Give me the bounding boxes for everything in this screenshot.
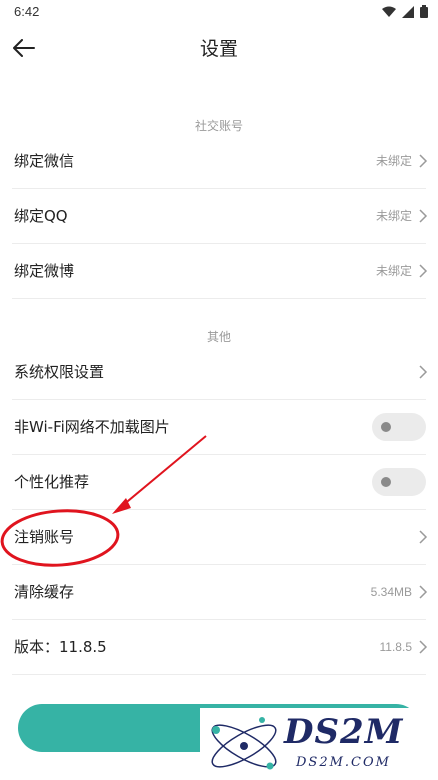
battery-icon bbox=[420, 5, 428, 18]
chevron-right-icon bbox=[419, 584, 428, 599]
row-bind-qq[interactable]: 绑定QQ 未绑定 bbox=[0, 188, 438, 243]
row-label: 注销账号 bbox=[14, 528, 75, 546]
row-personalized-recommend: 个性化推荐 bbox=[0, 454, 438, 509]
row-value: 未绑定 bbox=[375, 154, 412, 168]
chevron-right-icon bbox=[419, 153, 428, 168]
watermark-subtitle: DS2M.COM bbox=[296, 755, 391, 770]
chevron-right-icon bbox=[419, 364, 428, 379]
row-value: 11.8.5 bbox=[379, 639, 412, 654]
app-header: 设置 bbox=[0, 26, 438, 70]
row-label: 清除缓存 bbox=[14, 583, 75, 601]
row-label: 版本：11.8.5 bbox=[14, 638, 107, 656]
divider bbox=[12, 674, 426, 675]
watermark-title: DS2M bbox=[284, 712, 404, 752]
atom-logo-icon bbox=[211, 717, 277, 770]
row-label: 系统权限设置 bbox=[14, 363, 105, 381]
wifi-icon bbox=[382, 6, 396, 17]
toggle-no-images[interactable] bbox=[372, 412, 426, 441]
status-time: 6:42 bbox=[14, 4, 40, 19]
row-label: 非Wi-Fi网络不加载图片 bbox=[14, 418, 170, 436]
row-system-permissions[interactable]: 系统权限设置 bbox=[0, 344, 438, 399]
section-label-social: 社交账号 bbox=[194, 119, 243, 133]
chevron-right-icon bbox=[419, 208, 428, 223]
chevron-right-icon bbox=[419, 263, 428, 278]
section-label-other: 其他 bbox=[206, 330, 231, 344]
toggle-personalized[interactable] bbox=[372, 467, 426, 496]
page-title: 设置 bbox=[199, 38, 238, 60]
signal-icon bbox=[402, 5, 414, 18]
row-value: 5.34MB bbox=[370, 584, 412, 599]
row-cancel-account[interactable]: 注销账号 bbox=[0, 509, 438, 564]
row-no-images-off-wifi: 非Wi-Fi网络不加载图片 bbox=[0, 399, 438, 454]
row-clear-cache[interactable]: 清除缓存 5.34MB bbox=[0, 564, 438, 619]
row-label: 绑定微信 bbox=[14, 152, 75, 170]
row-value: 未绑定 bbox=[375, 209, 412, 223]
row-bind-weibo[interactable]: 绑定微博 未绑定 bbox=[0, 243, 438, 298]
toggle-knob bbox=[381, 476, 391, 487]
row-version[interactable]: 版本：11.8.5 11.8.5 bbox=[0, 619, 438, 674]
row-bind-wechat[interactable]: 绑定微信 未绑定 bbox=[0, 133, 438, 188]
divider bbox=[12, 298, 426, 299]
watermark-logo: DS2M DS2M.COM bbox=[200, 708, 438, 780]
toggle-knob bbox=[381, 421, 391, 432]
chevron-right-icon bbox=[419, 529, 428, 544]
chevron-right-icon bbox=[419, 639, 428, 654]
row-value: 未绑定 bbox=[375, 264, 412, 278]
status-icons bbox=[382, 5, 428, 18]
row-label: 个性化推荐 bbox=[14, 473, 90, 491]
row-label: 绑定微博 bbox=[14, 262, 75, 280]
status-bar: 6:42 bbox=[0, 0, 438, 26]
row-label: 绑定QQ bbox=[14, 207, 68, 225]
